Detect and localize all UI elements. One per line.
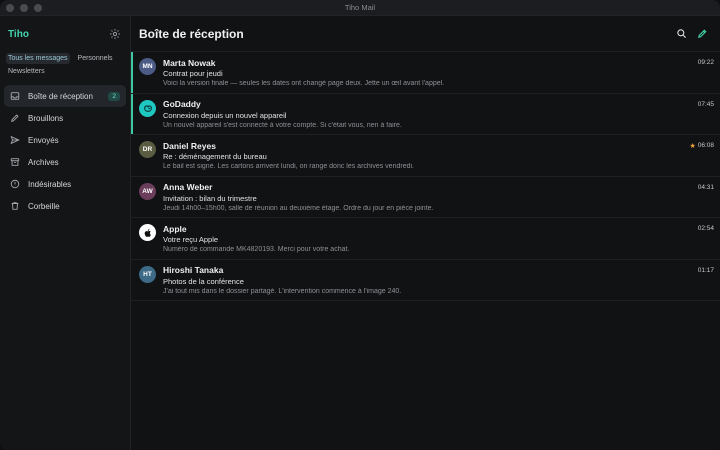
message-list-pane: Boîte de réception MN Marta Nowak 09:22 …: [131, 16, 720, 450]
message-row[interactable]: GoDaddy 07:45 Connexion depuis un nouvel…: [131, 93, 720, 135]
sidebar-item-spam[interactable]: Indésirables: [4, 173, 126, 195]
message-subject: Connexion depuis un nouvel appareil: [163, 110, 287, 120]
message-sender: Apple: [163, 223, 187, 234]
sidebar-item-trash[interactable]: Corbeille: [4, 195, 126, 217]
gear-icon[interactable]: [109, 28, 121, 40]
trash-icon: [11, 202, 19, 210]
account-name[interactable]: Tiho: [8, 29, 29, 40]
message-subject: Re : déménagement du bureau: [163, 152, 267, 161]
apple-logo-icon: [139, 224, 156, 241]
search-icon[interactable]: [676, 28, 687, 39]
message-subject: Votre reçu Apple: [163, 235, 219, 244]
message-preview: Le bail est signé. Les cartons arrivent …: [163, 163, 414, 170]
filter-all[interactable]: Tous les messages: [6, 53, 70, 64]
alert-circle-icon: [10, 179, 20, 189]
godaddy-logo-icon: [139, 99, 156, 117]
star-icon[interactable]: ★: [689, 142, 695, 150]
sidebar-item-label: Brouillons: [28, 113, 64, 123]
app-window: Tiho Mail Tiho Tous les messages Personn…: [0, 0, 720, 450]
avatar: HT: [139, 265, 156, 283]
compose-icon[interactable]: [697, 28, 708, 39]
message-row[interactable]: Apple 02:54 Votre reçu Apple Numéro de c…: [131, 218, 720, 260]
message-subject: Invitation : bilan du trimestre: [163, 193, 257, 203]
message-subject: Contrat pour jeudi: [163, 69, 223, 78]
filter-chips: Tous les messages Personnels Newsletters: [4, 53, 126, 77]
filter-newsletters[interactable]: Newsletters: [6, 66, 47, 77]
message-preview: Un nouvel appareil s'est connecté à votr…: [163, 121, 402, 129]
sidebar-item-inbox[interactable]: Boîte de réception 2: [4, 85, 126, 107]
inbox-icon: [10, 92, 20, 100]
sidebar: Tiho Tous les messages Personnels Newsle…: [0, 16, 131, 450]
window-title: Tiho Mail: [344, 3, 376, 12]
page-title: Boîte de réception: [139, 26, 244, 41]
message-time: 07:45: [697, 100, 714, 108]
message-sender: Marta Nowak: [163, 57, 216, 68]
message-sender: Anna Weber: [163, 182, 213, 192]
message-list: MN Marta Nowak 09:22 Contrat pour jeudi …: [131, 52, 720, 301]
message-row[interactable]: HT Hiroshi Tanaka 01:17 Photos de la con…: [131, 260, 720, 301]
avatar: AW: [139, 182, 156, 200]
message-time: 02:54: [697, 225, 714, 232]
archive-icon: [10, 158, 20, 166]
title-bar: Tiho Mail: [0, 0, 720, 16]
sidebar-item-label: Indésirables: [28, 179, 72, 189]
message-time: 06:08: [697, 142, 714, 149]
pencil-icon: [11, 114, 19, 122]
avatar: DR: [139, 141, 156, 158]
sidebar-item-label: Boîte de réception: [28, 91, 93, 101]
message-time: 09:22: [697, 59, 714, 66]
message-preview: Jeudi 14h00–15h00, salle de réunion au d…: [163, 204, 434, 212]
message-preview: J'ai tout mis dans le dossier partagé. L…: [163, 287, 402, 295]
message-time-group: ★ 06:08: [689, 142, 714, 150]
avatar: MN: [139, 58, 156, 75]
message-sender: Daniel Reyes: [163, 140, 216, 151]
send-icon: [10, 135, 20, 145]
sidebar-item-archive[interactable]: Archives: [4, 151, 126, 173]
message-sender: Hiroshi Tanaka: [163, 265, 224, 275]
sidebar-item-label: Corbeille: [28, 201, 60, 211]
message-preview: Voici la version finale — seules les dat…: [163, 80, 445, 87]
message-preview: Numéro de commande MK4820193. Merci pour…: [163, 246, 350, 253]
sidebar-item-drafts[interactable]: Brouillons: [4, 107, 126, 129]
unread-count-badge: 2: [108, 91, 120, 101]
sidebar-item-sent[interactable]: Envoyés: [4, 129, 126, 151]
message-row[interactable]: MN Marta Nowak 09:22 Contrat pour jeudi …: [131, 52, 720, 94]
filter-personal[interactable]: Personnels: [76, 53, 115, 64]
folder-nav: Boîte de réception 2 Brouillons Envoyés: [4, 85, 126, 217]
sidebar-item-label: Archives: [28, 157, 59, 167]
sidebar-item-label: Envoyés: [28, 135, 59, 145]
message-time: 04:31: [697, 183, 714, 191]
message-time: 01:17: [697, 266, 714, 274]
message-subject: Photos de la conférence: [163, 276, 244, 286]
message-sender: GoDaddy: [163, 99, 201, 109]
message-row[interactable]: AW Anna Weber 04:31 Invitation : bilan d…: [131, 177, 720, 218]
message-row[interactable]: DR Daniel Reyes ★ 06:08 Re : déménagemen…: [131, 135, 720, 177]
